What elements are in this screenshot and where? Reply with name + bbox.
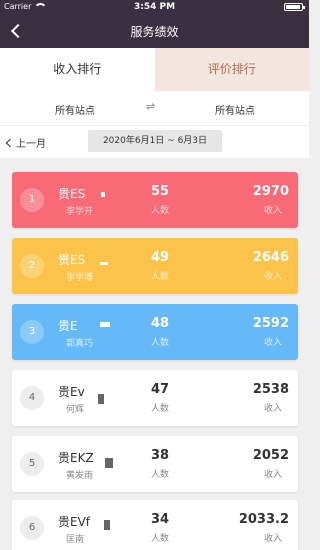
tab-income-ranking[interactable]: 收入排行 — [0, 48, 155, 91]
list-item[interactable]: 3 贵E 郭真巧 48 人数 2592 收入 — [12, 304, 298, 360]
plate-number: 贵EVf — [58, 515, 91, 529]
driver-name: 李学博 — [66, 273, 94, 283]
chevron-left-icon — [5, 138, 15, 147]
driver-name: 何辉 — [66, 405, 85, 415]
battery-icon — [284, 3, 305, 11]
count-value: 55 — [150, 184, 170, 199]
rank-badge: 1 — [20, 188, 44, 212]
rank-badge: 2 — [20, 254, 44, 278]
top-bar: Carrier 3:54 PM 服务绩效 — [0, 0, 309, 48]
rank-badge: 3 — [20, 320, 44, 344]
count-value: 48 — [150, 316, 170, 331]
income-value: 2052 — [252, 448, 289, 463]
income-label: 收入 — [263, 470, 282, 480]
page-title: 服务绩效 — [130, 25, 179, 39]
tabs: 收入排行 评价排行 — [0, 48, 309, 91]
plate-number: 贵E — [58, 319, 78, 333]
redaction-mark — [101, 192, 105, 197]
income-label: 收入 — [263, 534, 282, 544]
count-label: 人数 — [150, 534, 169, 544]
date-range-picker[interactable]: 2020年6月1日 ~ 6月3日 — [88, 130, 222, 152]
redaction-mark — [104, 520, 110, 530]
tab-rating-ranking[interactable]: 评价排行 — [154, 48, 309, 91]
prev-month-label: 上一月 — [16, 139, 46, 150]
status-bar: Carrier 3:54 PM — [0, 0, 309, 16]
income-label: 收入 — [263, 404, 282, 414]
count-label: 人数 — [150, 470, 169, 480]
plate-number: 贵Ev — [58, 385, 85, 399]
rank-badge: 5 — [20, 452, 44, 476]
driver-name: 匡南 — [66, 535, 85, 545]
count-label: 人数 — [150, 338, 169, 348]
income-label: 收入 — [263, 338, 282, 348]
plate-number: 贵ES — [58, 253, 86, 267]
income-label: 收入 — [263, 206, 282, 216]
rank-badge: 6 — [20, 516, 44, 540]
nav-bar: 服务绩效 — [0, 16, 309, 48]
station-filter: 所有站点 ⇌ 所有站点 — [0, 91, 309, 126]
income-value: 2538 — [252, 382, 289, 397]
redaction-mark — [100, 322, 110, 327]
list-item[interactable]: 5 贵EKZ 黄发雨 38 人数 2052 收入 — [12, 436, 298, 492]
income-value: 2970 — [252, 184, 289, 199]
income-label: 收入 — [263, 272, 282, 282]
redaction-mark — [98, 394, 104, 404]
income-value: 2592 — [252, 316, 289, 331]
redaction-mark — [100, 262, 108, 265]
redaction-mark — [105, 458, 113, 468]
count-value: 47 — [150, 382, 170, 397]
date-row: 上一月 2020年6月1日 ~ 6月3日 — [0, 126, 309, 158]
list-item[interactable]: 2 贵ES 李学博 49 人数 2646 收入 — [12, 238, 298, 294]
rank-badge: 4 — [20, 386, 44, 410]
driver-name: 李学开 — [66, 207, 94, 217]
list-item[interactable]: 1 贵ES 李学开 55 人数 2970 收入 — [12, 172, 298, 228]
status-time: 3:54 PM — [133, 2, 176, 12]
count-label: 人数 — [150, 404, 169, 414]
count-value: 49 — [150, 250, 170, 265]
station-left-select[interactable]: 所有站点 — [0, 102, 150, 117]
plate-number: 贵EKZ — [58, 451, 94, 465]
prev-month-button[interactable]: 上一月 — [5, 135, 46, 150]
list-item[interactable]: 6 贵EVf 匡南 34 人数 2033.2 收入 — [12, 500, 298, 550]
count-label: 人数 — [150, 272, 169, 282]
plate-number: 贵ES — [58, 187, 86, 201]
swap-icon[interactable]: ⇌ — [146, 100, 155, 113]
income-value: 2033.2 — [238, 512, 289, 527]
driver-name: 黄发雨 — [66, 471, 94, 481]
driver-name: 郭真巧 — [66, 339, 94, 349]
income-value: 2646 — [252, 250, 289, 265]
count-label: 人数 — [150, 206, 169, 216]
list-item[interactable]: 4 贵Ev 何辉 47 人数 2538 收入 — [12, 370, 298, 426]
count-value: 38 — [150, 448, 170, 463]
station-right-select[interactable]: 所有站点 — [160, 102, 310, 117]
count-value: 34 — [150, 512, 170, 527]
